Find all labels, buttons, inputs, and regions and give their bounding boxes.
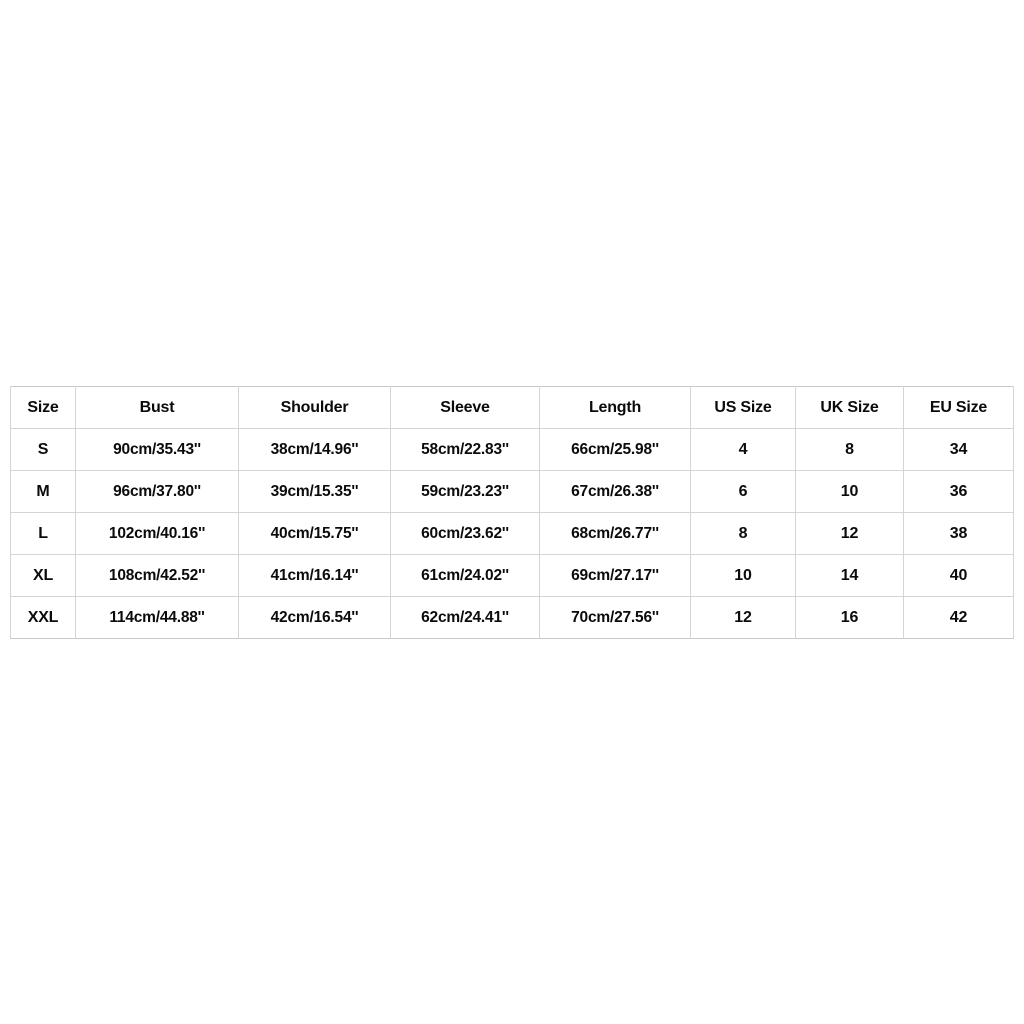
cell-size: XL [10, 554, 76, 597]
cell-shoulder: 41cm/16.14'' [238, 554, 391, 597]
cell-shoulder: 42cm/16.54'' [238, 596, 391, 639]
cell-bust: 102cm/40.16'' [75, 512, 239, 555]
cell-sleeve: 61cm/24.02'' [390, 554, 540, 597]
cell-length: 68cm/26.77'' [539, 512, 691, 555]
cell-uk-size: 12 [795, 512, 904, 555]
cell-shoulder: 40cm/15.75'' [238, 512, 391, 555]
cell-sleeve: 62cm/24.41'' [390, 596, 540, 639]
column-header-bust: Bust [75, 386, 239, 429]
cell-uk-size: 14 [795, 554, 904, 597]
column-header-length: Length [539, 386, 691, 429]
cell-length: 70cm/27.56'' [539, 596, 691, 639]
cell-sleeve: 60cm/23.62'' [390, 512, 540, 555]
cell-size: L [10, 512, 76, 555]
cell-uk-size: 10 [795, 470, 904, 513]
cell-size: M [10, 470, 76, 513]
cell-us-size: 12 [690, 596, 796, 639]
table-row: XXL 114cm/44.88'' 42cm/16.54'' 62cm/24.4… [10, 596, 1014, 639]
cell-eu-size: 38 [903, 512, 1014, 555]
cell-eu-size: 36 [903, 470, 1014, 513]
cell-length: 69cm/27.17'' [539, 554, 691, 597]
cell-eu-size: 34 [903, 428, 1014, 471]
column-header-eu-size: EU Size [903, 386, 1014, 429]
table-header-row: Size Bust Shoulder Sleeve Length US Size… [10, 386, 1014, 429]
column-header-sleeve: Sleeve [390, 386, 540, 429]
cell-bust: 114cm/44.88'' [75, 596, 239, 639]
column-header-uk-size: UK Size [795, 386, 904, 429]
cell-us-size: 6 [690, 470, 796, 513]
cell-uk-size: 8 [795, 428, 904, 471]
cell-bust: 90cm/35.43'' [75, 428, 239, 471]
cell-uk-size: 16 [795, 596, 904, 639]
cell-eu-size: 42 [903, 596, 1014, 639]
table-row: L 102cm/40.16'' 40cm/15.75'' 60cm/23.62'… [10, 512, 1014, 555]
cell-us-size: 4 [690, 428, 796, 471]
column-header-shoulder: Shoulder [238, 386, 391, 429]
cell-length: 67cm/26.38'' [539, 470, 691, 513]
table-row: S 90cm/35.43'' 38cm/14.96'' 58cm/22.83''… [10, 428, 1014, 471]
cell-size: XXL [10, 596, 76, 639]
cell-sleeve: 59cm/23.23'' [390, 470, 540, 513]
table-row: M 96cm/37.80'' 39cm/15.35'' 59cm/23.23''… [10, 470, 1014, 513]
cell-bust: 96cm/37.80'' [75, 470, 239, 513]
cell-eu-size: 40 [903, 554, 1014, 597]
cell-length: 66cm/25.98'' [539, 428, 691, 471]
cell-bust: 108cm/42.52'' [75, 554, 239, 597]
cell-shoulder: 39cm/15.35'' [238, 470, 391, 513]
cell-us-size: 10 [690, 554, 796, 597]
column-header-size: Size [10, 386, 76, 429]
cell-size: S [10, 428, 76, 471]
cell-shoulder: 38cm/14.96'' [238, 428, 391, 471]
cell-us-size: 8 [690, 512, 796, 555]
table-row: XL 108cm/42.52'' 41cm/16.14'' 61cm/24.02… [10, 554, 1014, 597]
column-header-us-size: US Size [690, 386, 796, 429]
cell-sleeve: 58cm/22.83'' [390, 428, 540, 471]
size-chart-table: Size Bust Shoulder Sleeve Length US Size… [10, 386, 1014, 639]
